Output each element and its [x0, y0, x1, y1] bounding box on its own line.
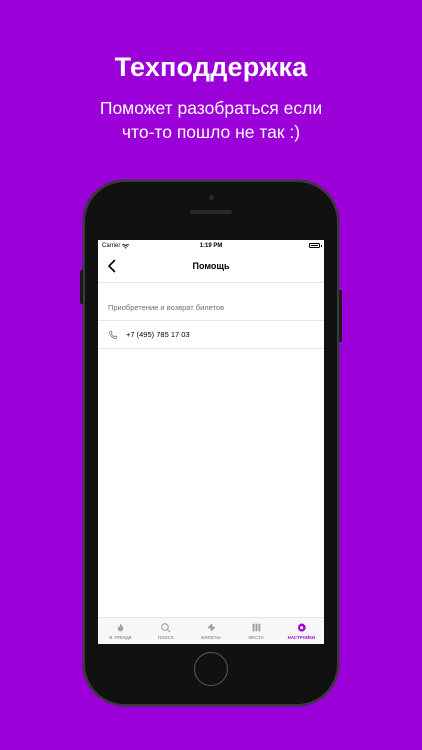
phone-contact-row[interactable]: +7 (495) 785 17 03 — [98, 321, 324, 349]
tab-search-label: ПОИСК — [157, 635, 174, 640]
page-title: Помощь — [192, 261, 230, 271]
phone-number: +7 (495) 785 17 03 — [126, 330, 190, 339]
battery-icon — [309, 243, 320, 248]
phone-icon — [109, 330, 118, 339]
app-screen: Carrier 1:19 PM Помощь Приобретение и во… — [98, 240, 324, 644]
status-time: 1:19 PM — [199, 243, 223, 249]
phone-camera — [209, 195, 214, 200]
promo-subline: Поможет разобраться если что-то пошло не… — [0, 96, 422, 144]
tab-settings[interactable]: НАСТРОЙКИ — [279, 618, 324, 644]
tab-places-label: МЕСТА — [248, 635, 264, 640]
status-bar: Carrier 1:19 PM — [98, 240, 324, 252]
tab-trending-label: В ТРЕНДЕ — [109, 635, 132, 640]
phone-frame: Carrier 1:19 PM Помощь Приобретение и во… — [80, 180, 342, 706]
tab-tickets[interactable]: БИЛЕТЫ — [188, 618, 233, 644]
promo-subline-line-1: Поможет разобраться если — [99, 98, 323, 118]
promo-subline-line-2: что-то пошло не так :) — [121, 122, 301, 142]
flame-icon — [117, 623, 124, 632]
tab-trending[interactable]: В ТРЕНДЕ — [98, 618, 143, 644]
places-icon — [252, 623, 261, 632]
tab-bar: В ТРЕНДЕ ПОИСК БИЛЕТЫ МЕСТА НАСТРОЙКИ — [98, 617, 324, 644]
ticket-icon — [207, 623, 215, 632]
search-icon — [161, 623, 171, 633]
home-button[interactable] — [194, 652, 228, 686]
tab-tickets-label: БИЛЕТЫ — [201, 635, 221, 640]
tab-places[interactable]: МЕСТА — [234, 618, 279, 644]
section-header: Приобретение и возврат билетов — [98, 303, 324, 321]
tab-settings-label: НАСТРОЙКИ — [287, 635, 316, 640]
nav-bar: Помощь — [98, 252, 324, 283]
phone-speaker — [190, 210, 232, 214]
tab-search[interactable]: ПОИСК — [143, 618, 188, 644]
promo-headline: Техподдержка — [114, 52, 308, 82]
gear-icon — [297, 622, 307, 632]
